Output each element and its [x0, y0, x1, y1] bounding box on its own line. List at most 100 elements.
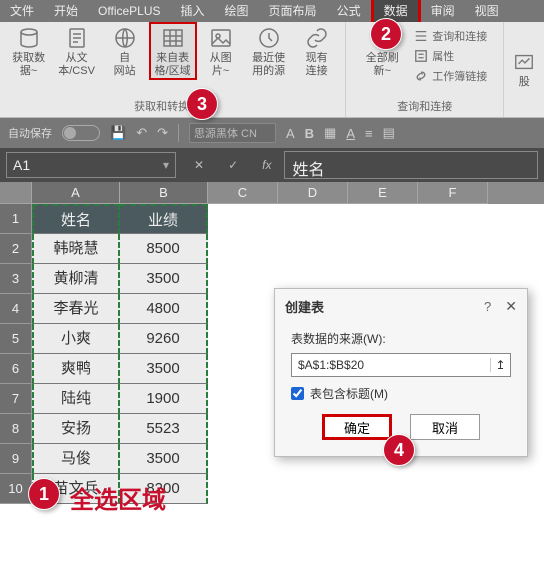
col-header[interactable]: D	[278, 182, 348, 204]
row-header[interactable]: 4	[0, 294, 32, 324]
menu-view[interactable]: 视图	[465, 0, 509, 22]
close-icon[interactable]: ✕	[505, 298, 517, 315]
quick-access-bar: 自动保存 💾 ↶ ↷ 思源黑体 CN A B ▦ A ≡ ▤	[0, 118, 544, 148]
cancel-button[interactable]: 取消	[410, 414, 480, 440]
data-cell[interactable]: 5523	[120, 414, 208, 444]
data-cell[interactable]: 安扬	[32, 414, 120, 444]
chevron-down-icon[interactable]: ▾	[157, 158, 175, 172]
data-cell[interactable]: 马俊	[32, 444, 120, 474]
stock-button[interactable]: 股	[504, 22, 544, 117]
col-header[interactable]: B	[120, 182, 208, 204]
annotation-marker-2: 2	[370, 18, 402, 50]
row-header[interactable]: 10	[0, 474, 32, 504]
data-cell[interactable]: 爽鸭	[32, 354, 120, 384]
menu-home[interactable]: 开始	[44, 0, 88, 22]
data-cell[interactable]: 3500	[120, 444, 208, 474]
data-cell[interactable]: 韩晓慧	[32, 234, 120, 264]
ribbon-group-get-transform: 获取数 据~ 从文 本/CSV 自 网站 来自表 格/区域 从图 片~ 最近使 …	[0, 22, 346, 117]
bold-icon[interactable]: B	[305, 126, 314, 141]
data-cell[interactable]: 9260	[120, 324, 208, 354]
menu-draw[interactable]: 绘图	[215, 0, 259, 22]
table-header-cell[interactable]: 姓名	[32, 204, 120, 234]
formula-input[interactable]: 姓名	[284, 151, 539, 179]
existing-connections-button[interactable]: 现有 连接	[293, 22, 341, 78]
row-header[interactable]: 2	[0, 234, 32, 264]
image-icon	[209, 26, 233, 50]
accept-formula-icon[interactable]: ✓	[216, 158, 250, 172]
font-color-icon[interactable]: A	[346, 126, 355, 141]
menu-file[interactable]: 文件	[0, 0, 44, 22]
select-all-corner[interactable]	[0, 182, 32, 204]
autosave-toggle[interactable]	[62, 125, 100, 141]
stock-icon	[513, 51, 535, 73]
ribbon: 获取数 据~ 从文 本/CSV 自 网站 来自表 格/区域 从图 片~ 最近使 …	[0, 22, 544, 118]
has-headers-checkbox[interactable]: 表包含标题(M)	[291, 385, 511, 402]
redo-icon[interactable]: ↷	[157, 125, 168, 141]
link-small-icon	[414, 69, 428, 83]
col-header[interactable]: C	[208, 182, 278, 204]
dialog-title: 创建表	[285, 297, 484, 316]
col-header[interactable]: A	[32, 182, 120, 204]
get-data-button[interactable]: 获取数 据~	[5, 22, 53, 78]
help-icon[interactable]: ?	[484, 299, 491, 314]
border-icon[interactable]: ▦	[324, 125, 336, 141]
row-header[interactable]: 8	[0, 414, 32, 444]
annotation-marker-1: 1	[28, 478, 60, 510]
globe-icon	[113, 26, 137, 50]
merge-icon[interactable]: ▤	[383, 125, 395, 141]
data-cell[interactable]: 3500	[120, 264, 208, 294]
menu-review[interactable]: 审阅	[421, 0, 465, 22]
menu-bar: 文件 开始 OfficePLUS 插入 绘图 页面布局 公式 数据 审阅 视图	[0, 0, 544, 22]
list-icon	[414, 29, 428, 43]
from-image-button[interactable]: 从图 片~	[197, 22, 245, 78]
range-picker-icon[interactable]: ↥	[490, 358, 510, 372]
recent-sources-button[interactable]: 最近使 用的源	[245, 22, 293, 78]
col-header[interactable]: E	[348, 182, 418, 204]
row-header[interactable]: 9	[0, 444, 32, 474]
menu-officeplus[interactable]: OfficePLUS	[88, 0, 170, 22]
name-box[interactable]: A1 ▾	[6, 152, 176, 178]
source-label: 表数据的来源(W):	[291, 330, 511, 347]
row-header[interactable]: 7	[0, 384, 32, 414]
properties-icon	[414, 49, 428, 63]
workbook-links-row[interactable]: 工作簿链接	[414, 68, 487, 84]
annotation-marker-3: 3	[186, 88, 218, 120]
from-web-button[interactable]: 自 网站	[101, 22, 149, 78]
table-header-cell[interactable]: 业绩	[120, 204, 208, 234]
annotation-marker-4: 4	[383, 434, 415, 466]
align-icon[interactable]: ≡	[365, 126, 373, 141]
link-icon	[305, 26, 329, 50]
data-cell[interactable]: 4800	[120, 294, 208, 324]
formula-bar: A1 ▾ ✕ ✓ fx 姓名	[0, 148, 544, 182]
data-cell[interactable]: 李春光	[32, 294, 120, 324]
font-selector[interactable]: 思源黑体 CN	[189, 123, 276, 143]
data-cell[interactable]: 8500	[120, 234, 208, 264]
data-cell[interactable]: 3500	[120, 354, 208, 384]
row-header[interactable]: 6	[0, 354, 32, 384]
group-label: 查询和连接	[397, 95, 452, 117]
clock-icon	[257, 26, 281, 50]
data-cell[interactable]: 小爽	[32, 324, 120, 354]
fx-icon[interactable]: fx	[250, 158, 283, 172]
menu-pagelayout[interactable]: 页面布局	[259, 0, 327, 22]
from-text-csv-button[interactable]: 从文 本/CSV	[53, 22, 101, 78]
undo-icon[interactable]: ↶	[136, 125, 147, 141]
ok-button[interactable]: 确定	[322, 414, 392, 440]
properties-row[interactable]: 属性	[414, 48, 487, 64]
autosave-label: 自动保存	[8, 125, 52, 141]
from-table-range-button[interactable]: 来自表 格/区域	[149, 22, 197, 80]
range-input[interactable]: $A$1:$B$20 ↥	[291, 353, 511, 377]
cancel-formula-icon[interactable]: ✕	[182, 158, 216, 172]
data-cell[interactable]: 黄柳清	[32, 264, 120, 294]
data-cell[interactable]: 1900	[120, 384, 208, 414]
queries-connections-row[interactable]: 查询和连接	[414, 28, 487, 44]
row-header[interactable]: 3	[0, 264, 32, 294]
menu-formulas[interactable]: 公式	[327, 0, 371, 22]
row-header[interactable]: 1	[0, 204, 32, 234]
menu-insert[interactable]: 插入	[171, 0, 215, 22]
col-header[interactable]: F	[418, 182, 488, 204]
save-icon[interactable]: 💾	[110, 125, 126, 141]
row-header[interactable]: 5	[0, 324, 32, 354]
font-size-down-icon[interactable]: A	[286, 126, 295, 141]
data-cell[interactable]: 陆纯	[32, 384, 120, 414]
